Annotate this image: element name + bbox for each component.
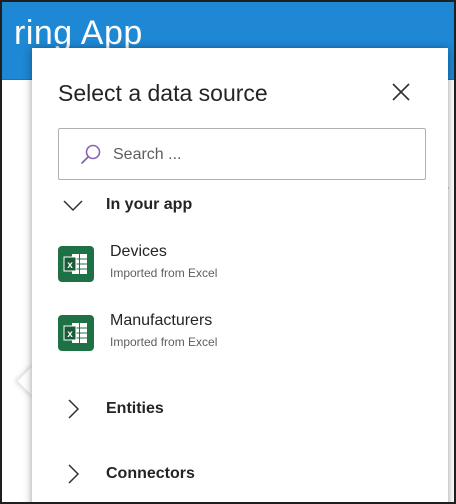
search-box[interactable] (58, 128, 426, 180)
chevron-down-icon (63, 200, 83, 212)
data-source-subtitle: Imported from Excel (110, 266, 218, 280)
svg-text:x: x (67, 329, 73, 340)
panel-title: Select a data source (58, 80, 268, 106)
close-icon (392, 83, 410, 101)
data-source-subtitle: Imported from Excel (110, 335, 218, 349)
excel-table-icon: x (58, 246, 94, 282)
data-source-name: Manufacturers (110, 312, 213, 329)
section-label: Entities (106, 400, 164, 417)
close-button[interactable] (387, 78, 415, 106)
excel-table-icon: x (58, 315, 94, 351)
data-source-item-devices[interactable]: x Devices Imported from Excel (58, 238, 428, 294)
search-icon (81, 144, 101, 164)
data-source-panel: Select a data source In your app (32, 48, 448, 502)
search-input[interactable] (113, 142, 403, 168)
section-entities[interactable]: Entities (58, 390, 428, 430)
section-label: In your app (106, 196, 193, 213)
svg-text:x: x (67, 260, 73, 271)
data-source-name: Devices (110, 243, 167, 260)
section-connectors[interactable]: Connectors (58, 455, 428, 495)
app-window: ring App Select a data source In your ap… (0, 0, 456, 504)
chevron-right-icon (68, 399, 80, 419)
data-source-item-manufacturers[interactable]: x Manufacturers Imported from Excel (58, 307, 428, 363)
section-in-your-app[interactable]: In your app (58, 186, 428, 226)
chevron-right-icon (68, 464, 80, 484)
section-label: Connectors (106, 465, 195, 482)
